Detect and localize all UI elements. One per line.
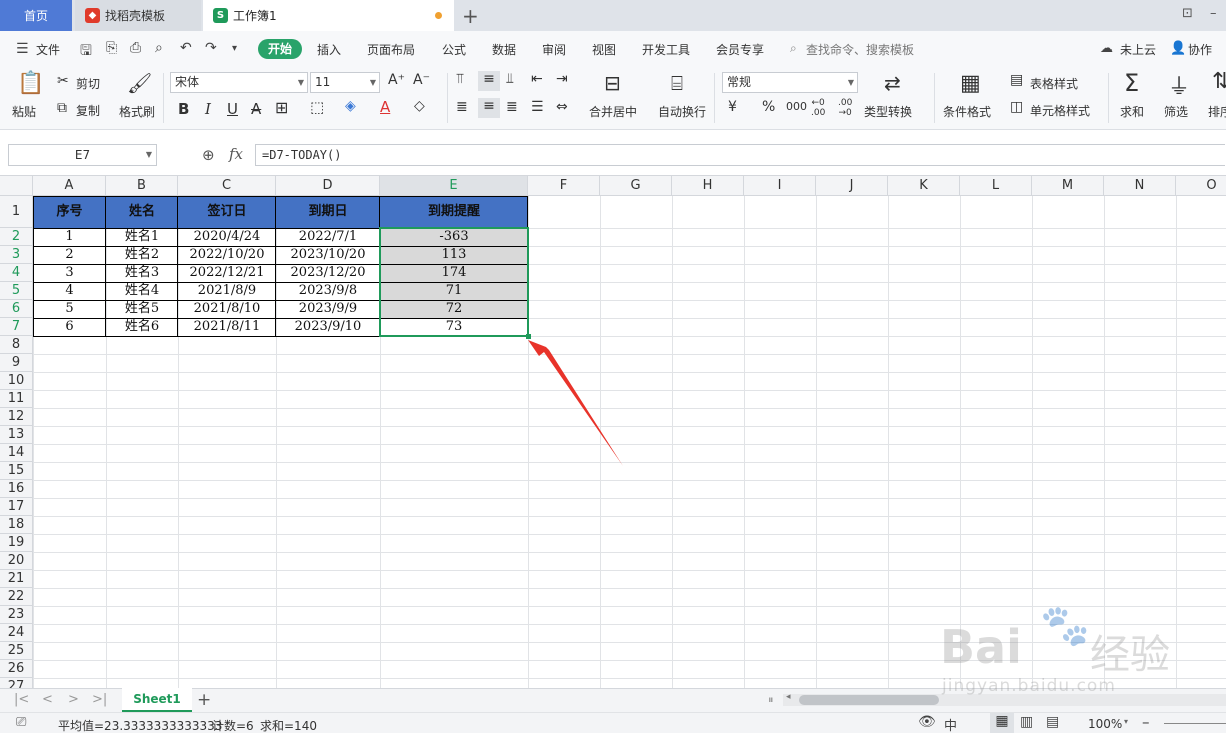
watermark-logo-text: 经验 <box>1090 632 1170 678</box>
arrow-shape <box>528 340 623 466</box>
watermark-logo: Bai <box>940 620 1022 674</box>
paw-icon: 🐾 <box>1040 603 1090 649</box>
watermark-url: jingyan.baidu.com <box>942 676 1116 696</box>
baidu-jingyan-watermark: Bai 🐾 经验 jingyan.baidu.com <box>940 600 1180 700</box>
